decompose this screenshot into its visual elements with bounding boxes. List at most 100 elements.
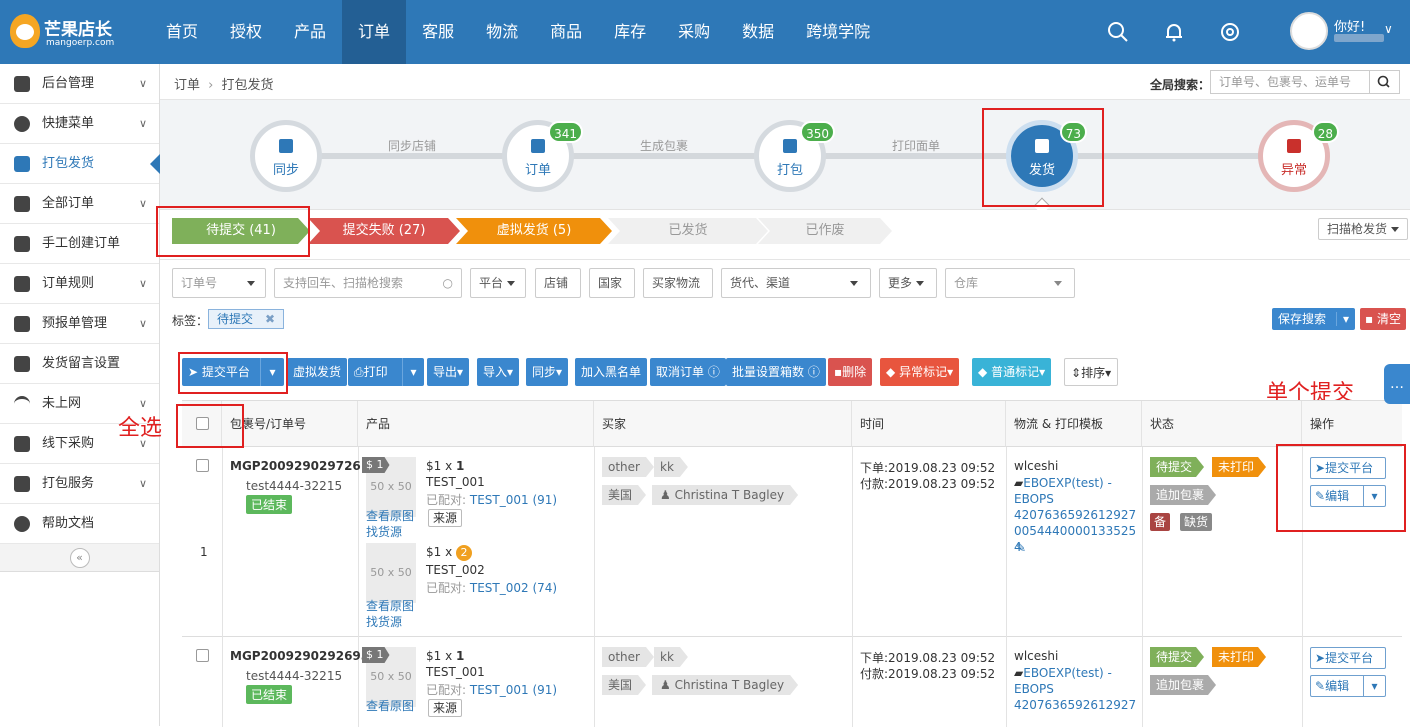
tag-icon: ◆ — [886, 365, 896, 379]
search-input[interactable]: 支持回车、扫描枪搜索 ○ — [274, 268, 462, 298]
view-original-image-link[interactable]: 查看原图 — [366, 597, 414, 614]
sort-button[interactable]: ⇕排序▾ — [1064, 358, 1119, 386]
sidebar-item-help[interactable]: 帮助文档 — [0, 504, 159, 544]
chevron-down-icon[interactable]: ∨ — [1384, 22, 1393, 36]
tracking-number[interactable]: 420763659261292700544400001335254 — [1014, 507, 1138, 555]
row-submit-platform-button[interactable]: ➤提交平台 — [1310, 647, 1386, 669]
source-button[interactable]: 来源 — [428, 699, 463, 717]
nav-purchase[interactable]: 采购 — [662, 0, 726, 64]
nav-product[interactable]: 产品 — [278, 0, 342, 64]
save-search-button[interactable]: 保存搜索 ▾ — [1272, 308, 1356, 330]
nav-auth[interactable]: 授权 — [214, 0, 278, 64]
tab-shipped[interactable]: 已发货 — [608, 218, 768, 244]
package-number[interactable]: MGP2009290292695 — [230, 649, 369, 663]
logo[interactable]: 芒果店长 mangoerp.com — [10, 10, 150, 54]
sidebar-item-forecast[interactable]: 预报单管理 ∨ — [0, 304, 159, 344]
sync-button[interactable]: 同步▾ — [526, 358, 569, 386]
avatar[interactable] — [1290, 12, 1328, 50]
close-icon[interactable]: ✖ — [265, 312, 275, 326]
country-button[interactable]: 国家 — [589, 268, 635, 298]
sidebar-item-pack-ship[interactable]: 打包发货 — [0, 144, 160, 184]
sidebar-item-shortcuts[interactable]: 快捷菜单 ∨ — [0, 104, 159, 144]
bell-icon[interactable] — [1162, 20, 1186, 44]
sidebar-item-pack-service[interactable]: 打包服务 ∨ — [0, 464, 159, 504]
product-image[interactable]: 50 x 50 — [366, 543, 416, 603]
sidebar-item-all-orders[interactable]: 全部订单 ∨ — [0, 184, 159, 224]
search-icon[interactable] — [1106, 20, 1130, 44]
order-number[interactable]: test4444-32215 — [246, 479, 342, 493]
normal-mark-button[interactable]: ◆ 普通标记▾ — [972, 358, 1052, 386]
source-button[interactable]: 来源 — [428, 509, 463, 527]
batch-box-count-button[interactable]: 批量设置箱数 ⓘ — [726, 358, 826, 386]
view-original-image-link[interactable]: 查看原图 — [366, 697, 414, 714]
virtual-ship-button[interactable]: 虚拟发货 — [287, 358, 348, 386]
batch-box-count-label: 批量设置箱数 — [732, 365, 805, 379]
add-package-badge[interactable]: 追加包裹 — [1150, 675, 1216, 695]
add-blacklist-button[interactable]: 加入黑名单 — [575, 358, 648, 386]
nav-service[interactable]: 客服 — [406, 0, 470, 64]
product-matched-link[interactable]: TEST_001 (91) — [470, 683, 557, 697]
find-source-link[interactable]: 找货源 — [366, 613, 402, 630]
platform-dropdown[interactable]: 平台 — [470, 268, 526, 298]
warehouse-select[interactable]: 仓库 — [945, 268, 1075, 298]
nav-home[interactable]: 首页 — [150, 0, 214, 64]
info-icon: ⓘ — [807, 365, 820, 379]
package-number[interactable]: MGP2009290297261 — [230, 459, 369, 473]
gear-icon[interactable] — [1218, 20, 1242, 44]
product-matched-link[interactable]: TEST_002 (74) — [470, 581, 557, 595]
tab-submit-failed[interactable]: 提交失败 (27) — [308, 218, 460, 244]
cancel-order-button[interactable]: 取消订单 ⓘ — [650, 358, 726, 386]
nav-inventory[interactable]: 库存 — [598, 0, 662, 64]
scan-ship-dropdown[interactable]: 扫描枪发货 — [1318, 218, 1408, 240]
import-button[interactable]: 导入▾ — [477, 358, 520, 386]
global-search-button[interactable] — [1370, 70, 1400, 94]
double-chevron-left-icon[interactable]: « — [69, 547, 90, 568]
step-orders[interactable]: 订单 341 — [502, 120, 583, 192]
view-original-image-link[interactable]: 查看原图 — [366, 507, 414, 524]
step-pack[interactable]: 打包 350 — [754, 120, 835, 192]
chat-float-tab[interactable]: … — [1384, 364, 1410, 404]
store-button[interactable]: 店铺 — [535, 268, 581, 298]
step-sync[interactable]: 同步 — [250, 120, 322, 192]
clear-button[interactable]: ▪ 清空 — [1360, 308, 1406, 330]
caret-down-icon[interactable]: ▾ — [1336, 312, 1350, 326]
export-button[interactable]: 导出▾ — [427, 358, 470, 386]
caret-down-icon[interactable]: ▾ — [1363, 676, 1385, 696]
row-checkbox[interactable] — [196, 459, 209, 472]
print-template-link[interactable]: EBOEXP(test) - EBOPS — [1014, 476, 1112, 506]
print-button[interactable]: ⎙打印 ▾ — [348, 358, 424, 386]
divider — [1142, 637, 1143, 727]
buyer-logistics-button[interactable]: 买家物流 — [643, 268, 713, 298]
row-edit-button[interactable]: ✎编辑 ▾ — [1310, 675, 1386, 697]
carrier-channel-select[interactable]: 货代、渠道 — [721, 268, 871, 298]
product-matched-link[interactable]: TEST_001 (91) — [470, 493, 557, 507]
delete-button[interactable]: ▪删除 — [828, 358, 873, 386]
nav-orders[interactable]: 订单 — [342, 0, 407, 64]
add-package-badge[interactable]: 追加包裹 — [1150, 485, 1216, 505]
nav-logistics[interactable]: 物流 — [470, 0, 534, 64]
global-search-input[interactable]: 订单号、包裹号、运单号 — [1210, 70, 1370, 94]
order-number[interactable]: test4444-32215 — [246, 669, 342, 683]
sidebar-item-admin[interactable]: 后台管理 ∨ — [0, 64, 159, 104]
tab-virtual-shipped[interactable]: 虚拟发货 (5) — [456, 218, 612, 244]
tab-voided[interactable]: 已作废 — [758, 218, 892, 244]
sidebar-item-order-rules[interactable]: 订单规则 ∨ — [0, 264, 159, 304]
sidebar-item-ship-message[interactable]: 发货留言设置 — [0, 344, 159, 384]
nav-goods[interactable]: 商品 — [534, 0, 598, 64]
tracking-number[interactable]: 4207636592612927 — [1014, 697, 1138, 713]
print-template-link[interactable]: EBOEXP(test) - EBOPS — [1014, 666, 1112, 696]
nav-academy[interactable]: 跨境学院 — [790, 0, 886, 64]
edit-icon[interactable]: ✎ — [1016, 541, 1026, 555]
sidebar-collapse[interactable]: « — [0, 544, 159, 572]
more-dropdown[interactable]: 更多 — [879, 268, 937, 298]
order-number-select[interactable]: 订单号 — [172, 268, 266, 298]
nav-data[interactable]: 数据 — [726, 0, 790, 64]
step-abnormal[interactable]: 异常 28 — [1258, 120, 1339, 192]
find-source-link[interactable]: 找货源 — [366, 523, 402, 540]
product-price: $1 x — [426, 459, 453, 473]
caret-down-icon[interactable]: ▾ — [402, 358, 424, 386]
breadcrumb-root[interactable]: 订单 — [174, 78, 200, 93]
sidebar-item-manual-order[interactable]: 手工创建订单 — [0, 224, 159, 264]
row-checkbox[interactable] — [196, 649, 209, 662]
abnormal-mark-button[interactable]: ◆ 异常标记▾ — [880, 358, 960, 386]
